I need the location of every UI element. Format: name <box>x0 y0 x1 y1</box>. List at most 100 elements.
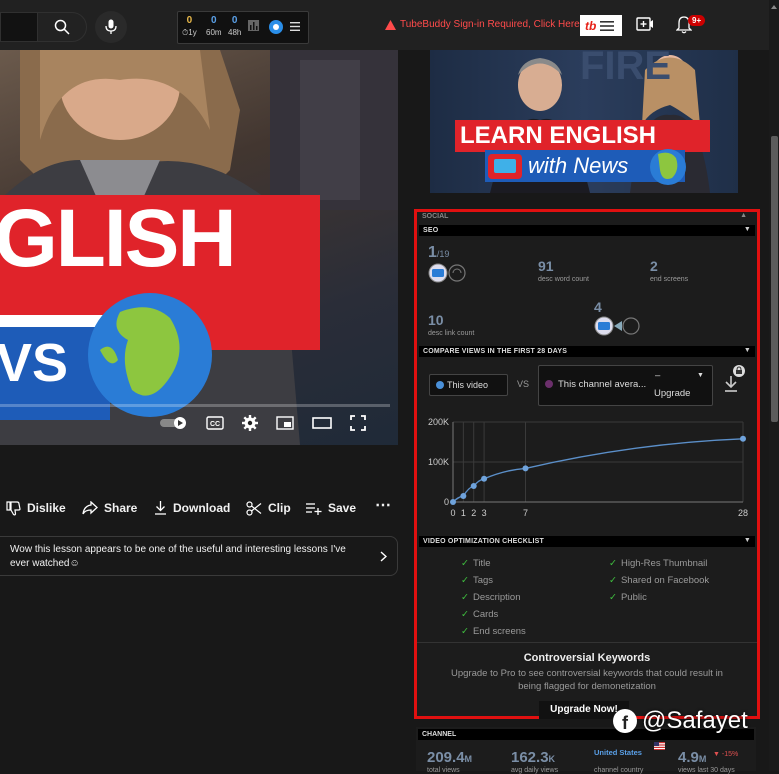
checklist-item-label: Title <box>472 558 491 569</box>
search-button[interactable] <box>37 12 87 42</box>
channel-total-views: 209.4M <box>427 749 472 766</box>
check-icon: ✓ <box>461 626 469 637</box>
this-video-dot <box>436 381 444 389</box>
avg-daily-suffix: K <box>548 754 556 764</box>
stat-48h-label: 48h <box>228 28 242 37</box>
stat-60m-label: 60m <box>206 28 222 37</box>
panel-divider <box>417 642 757 643</box>
lock-download-icon[interactable] <box>720 365 746 395</box>
theater-mode-icon[interactable] <box>312 417 332 429</box>
seo-rank-total: /19 <box>436 249 450 259</box>
svg-text:f: f <box>622 713 629 733</box>
desc-link-count-value: 10 <box>428 312 444 328</box>
seo-rank: 1/19 <box>428 244 449 262</box>
fullscreen-icon[interactable] <box>350 415 366 431</box>
compare-views-header-label: COMPARE VIEWS IN THE FIRST 28 DAYS <box>423 348 568 355</box>
create-video-icon[interactable] <box>636 17 654 32</box>
checklist-caret-icon[interactable]: ▼ <box>744 537 751 544</box>
share-label: Share <box>104 501 138 515</box>
checklist-item-description: ✓ Description <box>461 592 521 603</box>
data-point <box>470 483 477 489</box>
view-stats-widget[interactable]: 0 ⏱1y 0 60m 0 48h <box>177 11 309 44</box>
this-video-selector[interactable]: This video <box>429 374 508 396</box>
facebook-icon: f <box>613 709 637 733</box>
channel-average-dot <box>545 380 553 388</box>
video-progress-bar[interactable] <box>0 404 390 407</box>
autoplay-toggle[interactable] <box>160 416 188 430</box>
captions-icon[interactable]: CC <box>206 416 224 430</box>
channel-avg-daily: 162.3K <box>511 749 555 766</box>
voice-search-button[interactable] <box>95 11 127 43</box>
checklist-item-high-res-thumbnail: ✓ High-Res Thumbnail <box>609 558 707 569</box>
social-collapse-icon[interactable]: ▲ <box>740 212 747 219</box>
this-video-series-line <box>452 438 744 503</box>
tubebuddy-signin-warning[interactable]: TubeBuddy Sign-in Required, Click Here <box>385 19 580 30</box>
checklist-item-shared-on-facebook: ✓ Shared on Facebook <box>609 575 709 586</box>
clip-button[interactable]: Clip <box>246 497 291 519</box>
video-actions-bar: Dislike Share Download Clip Save ⋯ <box>0 497 398 519</box>
bar-chart-icon <box>248 20 259 31</box>
this-video-label: This video <box>447 380 489 390</box>
settings-gear-icon[interactable] <box>242 415 258 431</box>
checklist-item-end-screens: ✓ End screens <box>461 626 526 637</box>
upgrade-label: Upgrade <box>654 388 691 399</box>
svg-text:CC: CC <box>210 421 220 428</box>
dislike-button[interactable]: Dislike <box>6 497 66 519</box>
end-screens-value: 2 <box>650 258 658 274</box>
watermark-text: @Safayet <box>642 707 748 734</box>
social-header[interactable]: SOCIAL <box>422 213 448 220</box>
desc-word-count-value: 91 <box>538 258 554 274</box>
controversial-keywords-title: Controversial Keywords <box>523 652 651 664</box>
check-icon: ✓ <box>461 558 469 569</box>
desc-word-count-label: desc word count <box>538 276 589 283</box>
checklist-header[interactable]: VIDEO OPTIMIZATION CHECKLIST ▼ <box>419 536 755 547</box>
tubebuddy-panel: SOCIAL ▲ SEO ▼ 1/19 91 desc word count 2 … <box>414 209 760 719</box>
warning-icon <box>385 19 396 30</box>
scrollbar-thumb[interactable] <box>771 136 778 422</box>
vs-label: VS <box>517 379 530 389</box>
seo-caret-icon[interactable]: ▼ <box>744 226 751 233</box>
chevron-right-icon[interactable] <box>380 551 387 562</box>
search-input[interactable] <box>0 12 37 42</box>
video-overlay-subtitle: VS <box>0 333 69 393</box>
save-label: Save <box>328 501 357 515</box>
video-player[interactable]: GLISH VS <box>0 50 398 445</box>
download-button[interactable]: Download <box>154 497 230 519</box>
checklist-item-public: ✓ Public <box>609 592 647 603</box>
share-button[interactable]: Share <box>82 497 137 519</box>
check-icon: ✓ <box>461 609 469 620</box>
checklist-header-label: VIDEO OPTIMIZATION CHECKLIST <box>423 538 544 545</box>
y-tick-label: 0 <box>444 497 449 507</box>
checklist-item-cards: ✓ Cards <box>461 609 498 620</box>
hamburger-icon <box>600 20 615 31</box>
dropdown-caret-icon: ▼ <box>697 372 704 379</box>
menu-icon[interactable] <box>290 22 300 31</box>
save-button[interactable]: Save <box>306 497 356 519</box>
total-views-suffix: M <box>464 754 473 764</box>
data-point <box>460 493 467 499</box>
seo-header[interactable]: SEO ▼ <box>419 225 755 236</box>
compare-views-header[interactable]: COMPARE VIEWS IN THE FIRST 28 DAYS ▼ <box>419 346 755 357</box>
tubebuddy-warning-text[interactable]: TubeBuddy Sign-in Required, Click Here <box>400 19 580 30</box>
scroll-up-arrow[interactable] <box>771 5 777 9</box>
video-thumbnail[interactable]: FIRE LEARN ENGLISH with News <box>430 50 738 193</box>
thumbnail-subtitle: with News <box>528 153 629 178</box>
compare-caret-icon[interactable]: ▼ <box>744 347 751 354</box>
miniplayer-icon[interactable] <box>276 416 294 430</box>
playlist-add-icon <box>306 502 322 515</box>
watermark: f @Safayet <box>612 707 748 735</box>
stat-1y-label: 1y <box>188 28 197 37</box>
channel-country: United States <box>594 748 642 757</box>
stat-1y-value: 0 <box>186 15 193 26</box>
more-actions-icon[interactable]: ⋯ <box>375 494 391 516</box>
total-views-value: 209.4 <box>427 749 465 766</box>
download-label: Download <box>173 501 231 515</box>
tubebuddy-menu-button[interactable]: tb <box>580 15 622 36</box>
controversial-keywords-body: Upgrade to Pro to see controversial keyw… <box>451 668 723 692</box>
stat-60m-value: 0 <box>211 15 217 26</box>
channel-average-dropdown[interactable]: This channel avera... – Upgrade ▼ <box>538 365 713 406</box>
stat-48h-value: 0 <box>231 15 238 26</box>
seo-rank-main: 1 <box>428 244 437 261</box>
top-comment-box[interactable]: Wow this lesson appears to be one of the… <box>0 536 398 576</box>
channel-last30: 4.9M <box>678 749 706 766</box>
